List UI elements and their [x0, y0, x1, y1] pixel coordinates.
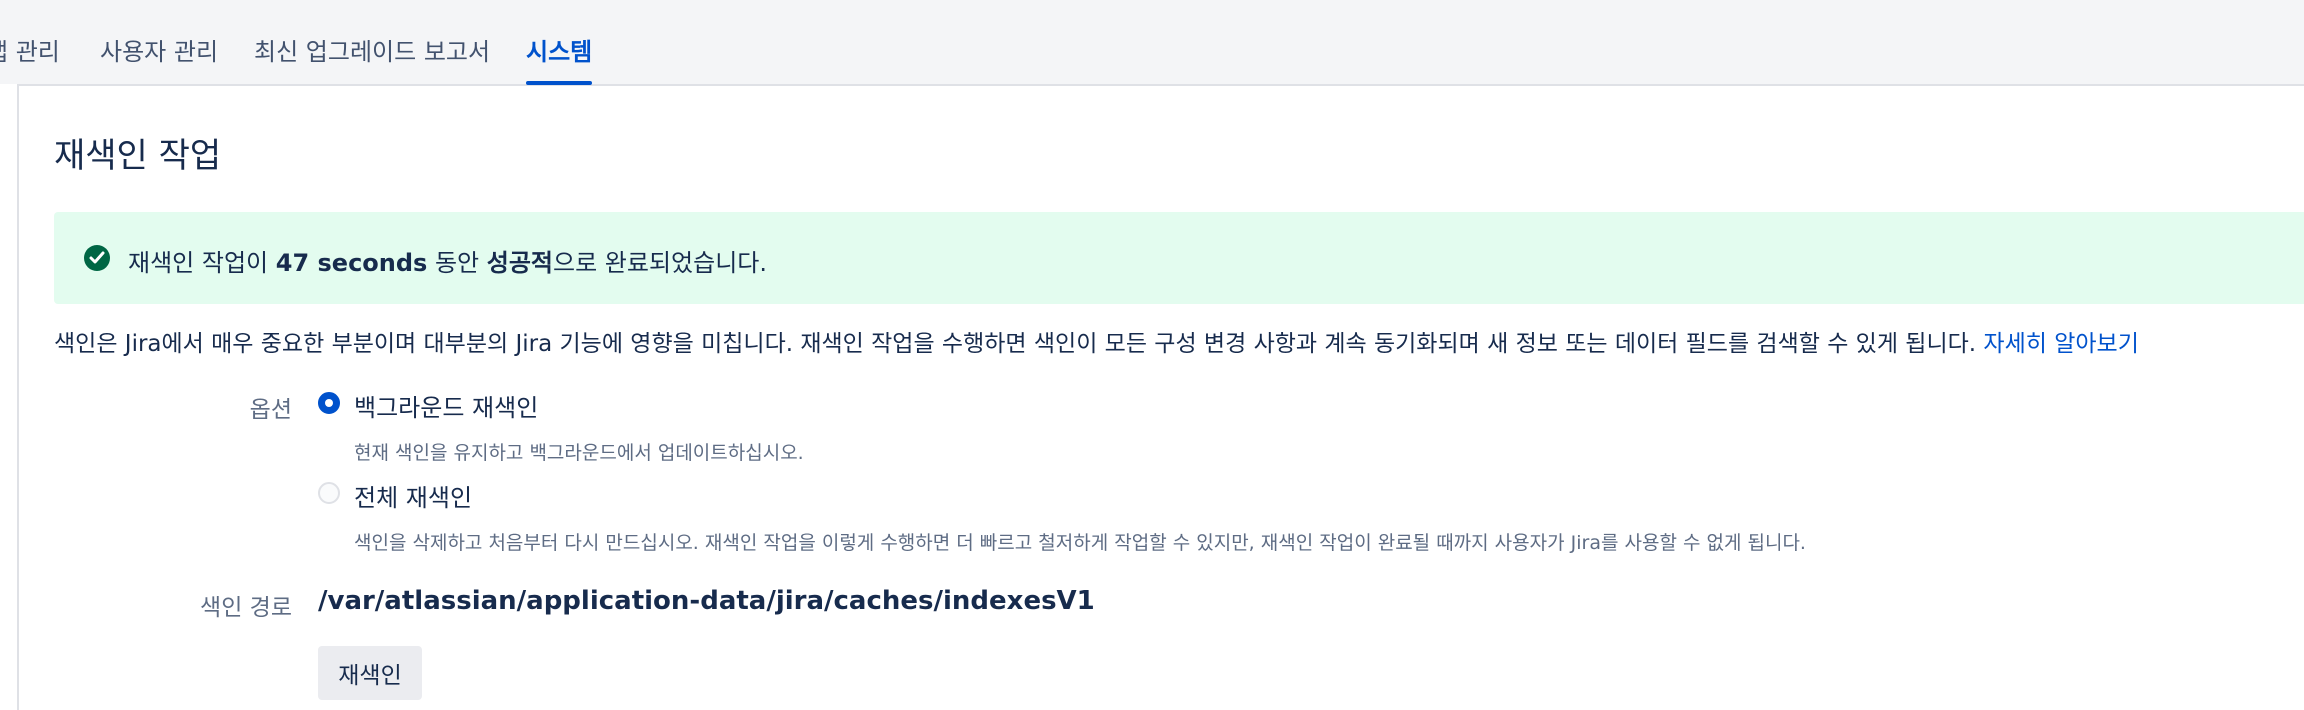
reindex-description: 색인은 Jira에서 매우 중요한 부분이며 대부분의 Jira 기능에 영향을…	[54, 324, 2139, 358]
success-message: 재색인 작업이 47 seconds 동안 성공적으로 완료되었습니다.	[128, 243, 767, 278]
success-duration: 47 seconds	[275, 249, 428, 277]
check-circle-icon	[84, 245, 110, 271]
tab-upgrade-report[interactable]: 최신 업그레이드 보고서	[254, 32, 490, 67]
active-tab-indicator	[526, 81, 592, 85]
page-title: 재색인 작업	[54, 136, 222, 176]
tab-app-management[interactable]: 앱 관리	[0, 32, 60, 67]
options-label: 옵션	[249, 397, 292, 423]
index-path-value: /var/atlassian/application-data/jira/cac…	[318, 586, 1095, 616]
reindex-button[interactable]: 재색인	[318, 646, 422, 700]
success-text-pre: 재색인 작업이	[128, 249, 276, 277]
success-status: 성공적	[486, 249, 554, 277]
learn-more-link[interactable]: 자세히 알아보기	[1983, 331, 2138, 357]
index-path-label: 색인 경로	[200, 595, 292, 621]
full-reindex-help: 색인을 삭제하고 처음부터 다시 만드십시오. 재색인 작업을 이렇게 수행하면…	[354, 532, 1806, 554]
success-text-mid: 동안	[427, 249, 487, 277]
description-text: 색인은 Jira에서 매우 중요한 부분이며 대부분의 Jira 기능에 영향을…	[54, 331, 1984, 357]
success-banner: 재색인 작업이 47 seconds 동안 성공적으로 완료되었습니다.	[54, 212, 2304, 304]
full-reindex-radio[interactable]	[318, 482, 340, 504]
full-reindex-label[interactable]: 전체 재색인	[354, 478, 472, 513]
success-text-post: 으로 완료되었습니다.	[553, 249, 767, 277]
background-reindex-label[interactable]: 백그라운드 재색인	[354, 388, 538, 423]
background-reindex-help: 현재 색인을 유지하고 백그라운드에서 업데이트하십시오.	[354, 442, 804, 464]
tab-user-management[interactable]: 사용자 관리	[100, 32, 218, 67]
sidebar-edge	[0, 84, 19, 710]
top-navigation: 앱 관리 사용자 관리 최신 업그레이드 보고서 시스템	[0, 0, 2304, 86]
tab-system[interactable]: 시스템	[526, 32, 592, 67]
background-reindex-radio[interactable]	[318, 392, 340, 414]
